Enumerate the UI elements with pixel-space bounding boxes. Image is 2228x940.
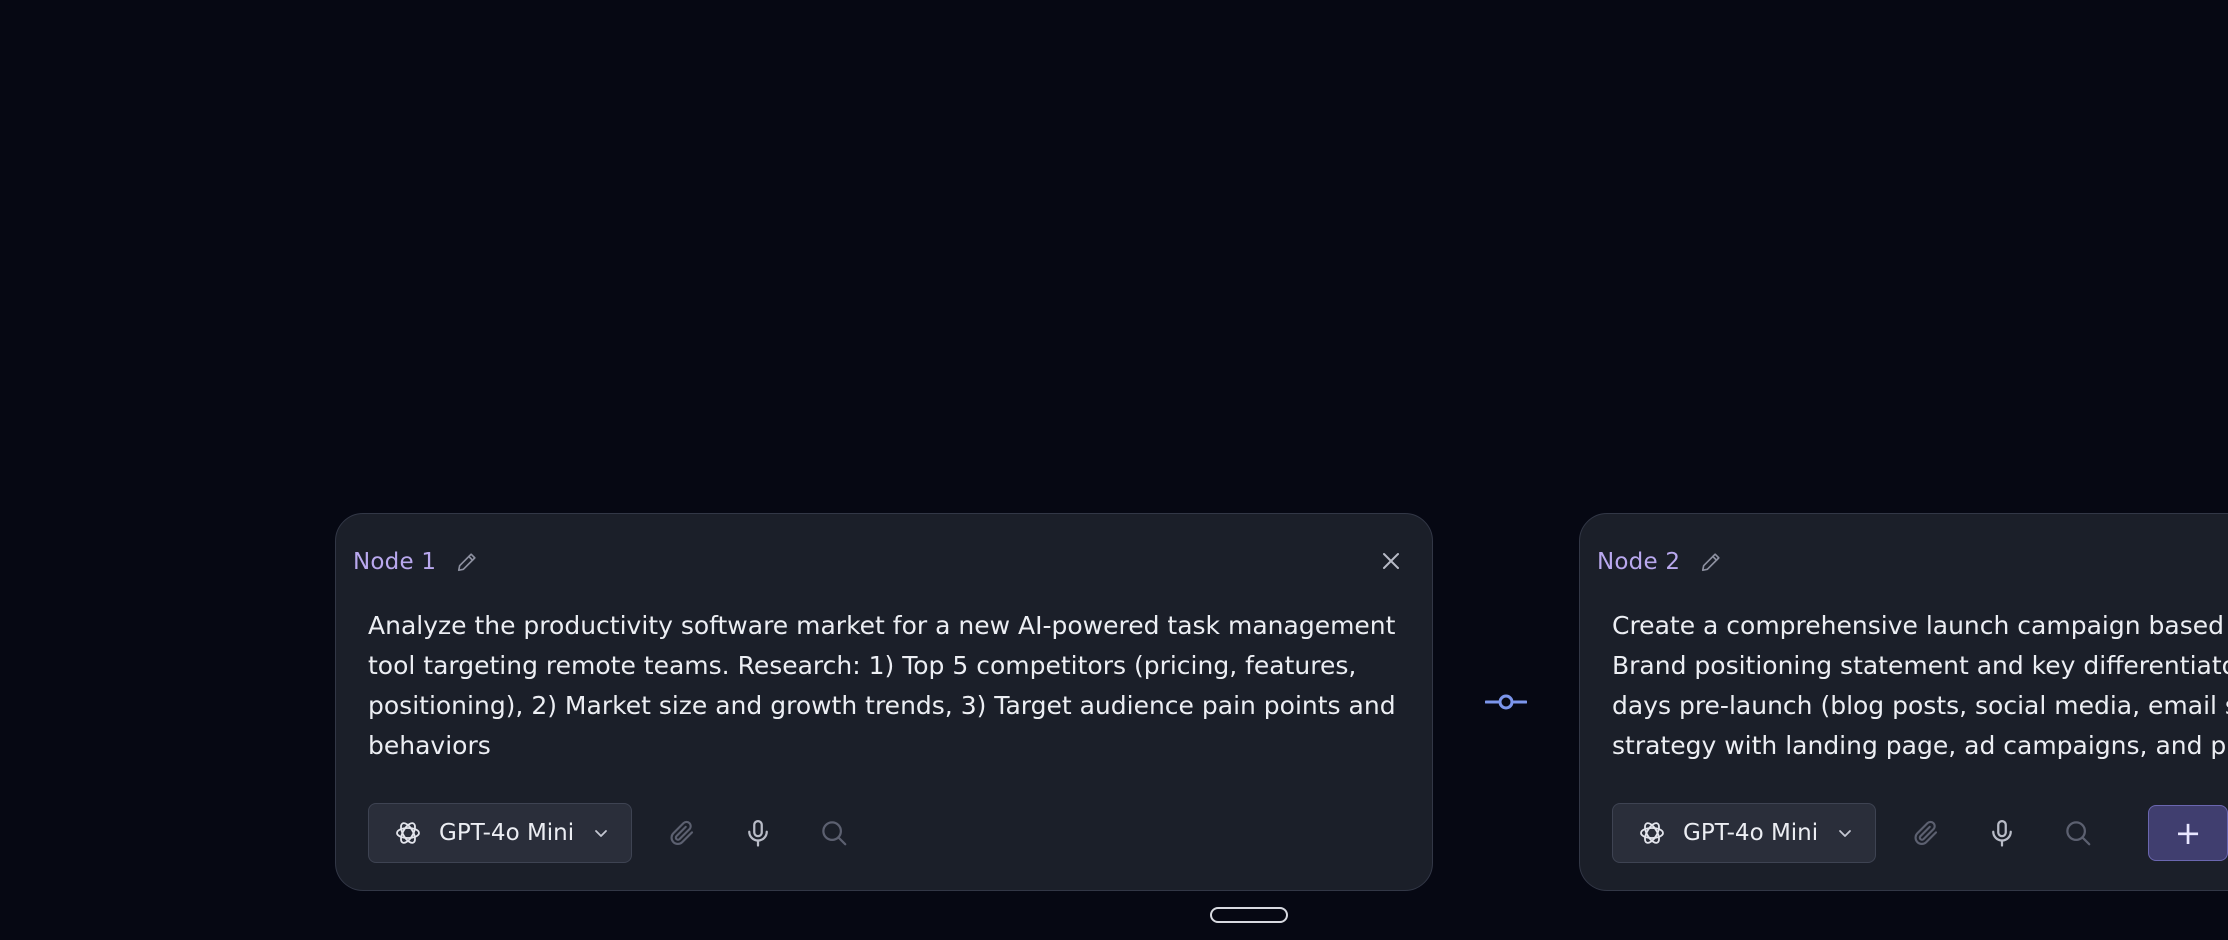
microphone-icon[interactable] [738, 813, 778, 853]
node-toolbar: GPT-4o Mini [368, 803, 854, 863]
prompt-text[interactable]: Analyze the productivity software market… [368, 606, 1408, 766]
node-toolbar: GPT-4o Mini [1612, 803, 2228, 863]
node-card-2[interactable]: Node 2 Create a comprehensive launch cam… [1579, 513, 2228, 891]
prompt-text[interactable]: Create a comprehensive launch campaign b… [1612, 606, 2228, 766]
node-header: Node 2 [1597, 544, 1724, 580]
model-select[interactable]: GPT-4o Mini [1612, 803, 1876, 863]
paperclip-icon[interactable] [1906, 813, 1946, 853]
pencil-icon[interactable] [1698, 549, 1724, 575]
chevron-down-icon [592, 824, 610, 842]
openai-logo-icon [1637, 818, 1667, 848]
node-connector-icon[interactable] [1485, 690, 1527, 714]
close-icon[interactable] [1374, 544, 1408, 578]
node-title: Node 2 [1597, 549, 1681, 575]
search-icon[interactable] [814, 813, 854, 853]
add-button[interactable]: + [2148, 805, 2228, 861]
search-icon[interactable] [2058, 813, 2098, 853]
model-name: GPT-4o Mini [1683, 820, 1819, 846]
workflow-canvas[interactable]: Node 1 Analyze the productivity software… [0, 0, 2228, 940]
node-card-1[interactable]: Node 1 Analyze the productivity software… [335, 513, 1433, 891]
resize-handle[interactable] [1210, 907, 1288, 923]
plus-icon: + [2174, 814, 2202, 852]
pencil-icon[interactable] [454, 549, 480, 575]
openai-logo-icon [393, 818, 423, 848]
chevron-down-icon [1836, 824, 1854, 842]
model-name: GPT-4o Mini [439, 820, 575, 846]
microphone-icon[interactable] [1982, 813, 2022, 853]
node-title: Node 1 [353, 549, 437, 575]
model-select[interactable]: GPT-4o Mini [368, 803, 632, 863]
node-header: Node 1 [353, 544, 480, 580]
paperclip-icon[interactable] [662, 813, 702, 853]
